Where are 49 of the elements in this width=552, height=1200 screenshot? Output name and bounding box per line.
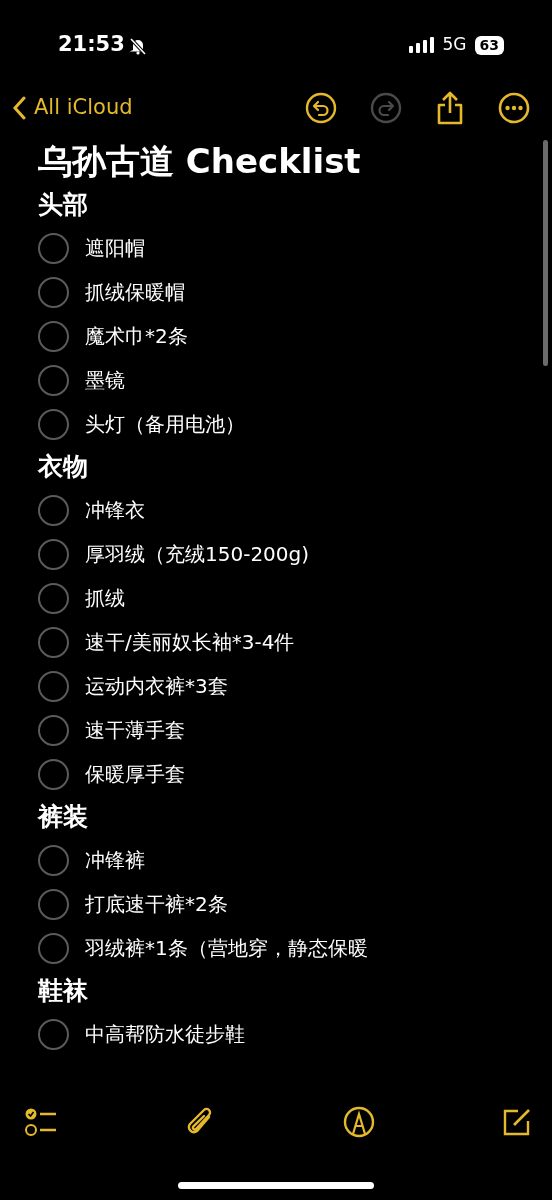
checkbox[interactable] [38,408,69,440]
checklist-item-text: 抓绒保暖帽 [85,279,185,306]
back-chevron-icon[interactable] [12,96,26,120]
checkbox[interactable] [38,538,69,570]
checkbox[interactable] [38,626,69,658]
checklist-item-text: 速干薄手套 [85,717,185,744]
section-heading: 鞋袜 [38,975,89,1007]
checklist-item-text: 抓绒 [85,585,125,612]
checklist-item-text: 厚羽绒（充绒150-200g) [85,541,310,568]
checklist-item-text: 中高帮防水徒步鞋 [85,1021,245,1048]
section-heading: 衣物 [38,451,89,483]
checkbox[interactable] [38,888,69,920]
checklist-item-text: 运动内衣裤*3套 [85,673,228,700]
checkbox[interactable] [38,232,69,264]
checklist-button[interactable] [24,1107,58,1137]
checkbox[interactable] [38,844,69,876]
checkbox[interactable] [38,758,69,790]
checklist-item-text: 冲锋衣 [85,497,145,524]
checkbox[interactable] [38,320,69,352]
checkbox[interactable] [38,932,69,964]
checkbox[interactable] [38,364,69,396]
undo-button[interactable] [305,92,337,124]
more-button[interactable] [498,92,530,124]
checklist-item-text: 保暖厚手套 [85,761,185,788]
checkbox[interactable] [38,714,69,746]
network-label: 5G [442,33,467,57]
checkbox[interactable] [38,276,69,308]
markup-button[interactable] [342,1106,375,1138]
back-button[interactable]: All iCloud [12,92,133,124]
checklist-item-text: 冲锋裤 [85,847,145,874]
checklist-item-text: 遮阳帽 [85,235,145,262]
compose-button[interactable] [502,1107,532,1137]
checkbox[interactable] [38,670,69,702]
note-title: 乌孙古道 Checklist [38,140,362,183]
battery-level: 63 [474,35,504,55]
checklist-item-text: 打底速干裤*2条 [85,891,228,918]
status-time: 21:53 [58,31,125,59]
checkbox[interactable] [38,1018,69,1050]
checkbox[interactable] [38,494,69,526]
checklist-item-text: 头灯（备用电池） [85,411,245,438]
checklist-item-text: 羽绒裤*1条（营地穿，静态保暖 [85,935,368,962]
checklist-item-text: 墨镜 [85,367,125,394]
checkbox[interactable] [38,582,69,614]
checklist-item-text: 魔术巾*2条 [85,323,188,350]
section-heading: 裤装 [38,801,89,833]
share-button[interactable] [435,91,465,125]
section-heading: 头部 [38,189,89,221]
checklist-item-text: 速干/美丽奴长袖*3-4件 [85,629,295,656]
signal-icon [408,37,435,53]
